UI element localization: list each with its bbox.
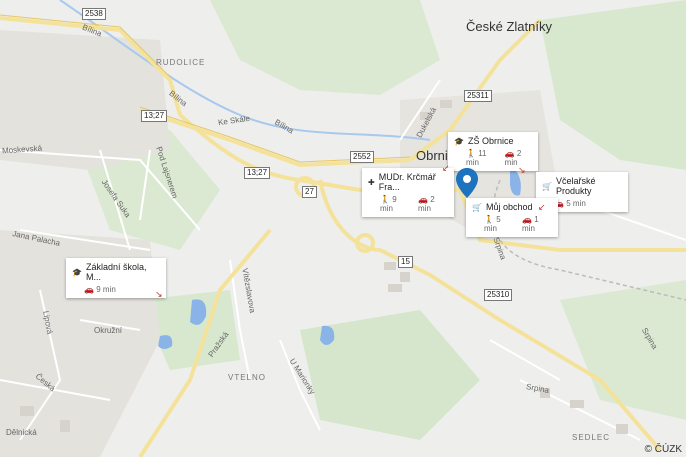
poi-name: Včelařské Produkty [555,176,596,196]
poi-name: Základní škola, M... [85,262,147,282]
district-label-vtelno: VTELNO [228,373,267,382]
town-label-ceske-zlatniky: České Zlatníky [466,19,552,34]
direction-arrow: ↘ [155,289,163,299]
forest-area [540,0,686,170]
direction-arrow: ↙ [442,163,450,173]
poi-card-mudr[interactable]: ✚ MUDr. Krčmář Fra... 🚶 9 min 🚗 2 min [362,168,454,217]
road-shield: 2552 [350,151,374,163]
car-time: 9 min [96,285,116,294]
map-canvas[interactable] [0,0,686,457]
poi-name: MUDr. Krčmář Fra... [378,172,436,192]
street-label: Okružní [94,326,123,335]
location-pin-icon[interactable] [456,168,478,198]
cart-icon: 🛒 [472,202,482,212]
road-shield: 2538 [82,8,106,20]
road-shield: 13;27 [141,110,168,122]
cart-icon: 🛒 [542,181,552,191]
walk-icon: 🚶 [466,149,476,158]
road-shield: 15 [398,256,413,268]
road-shield: 27 [302,186,317,198]
district-label-rudolice: RUDOLICE [156,58,206,67]
pond [158,335,173,349]
road-shield: 25310 [484,289,513,301]
car-icon: 🚗 [504,149,515,158]
walk-icon: 🚶 [484,215,494,224]
forest-area [210,0,440,95]
poi-name: ZŠ Obrnice [467,136,514,146]
direction-arrow: ↙ [538,202,546,212]
copyright-notice: © ČÚZK [644,444,682,455]
forest-area [560,280,686,420]
street-label: Dělnická [6,428,37,437]
school-icon: 🎓 [72,267,82,277]
walk-icon: 🚶 [380,195,390,204]
car-time: 5 min [566,199,586,208]
car-icon: 🚗 [84,285,94,294]
school-icon: 🎓 [454,136,464,146]
poi-card-zakladni-skola[interactable]: 🎓 Základní škola, M... 🚗 9 min [66,258,166,298]
medical-icon: ✚ [368,177,375,187]
district-label-sedlec: SEDLEC [572,433,611,442]
direction-arrow: ↘ [518,165,526,175]
road-shield: 25311 [464,90,492,102]
poi-name: Můj obchod [485,202,533,212]
car-icon: 🚗 [418,195,428,204]
car-icon: 🚗 [522,215,532,224]
road-shield: 13;27 [244,167,271,179]
